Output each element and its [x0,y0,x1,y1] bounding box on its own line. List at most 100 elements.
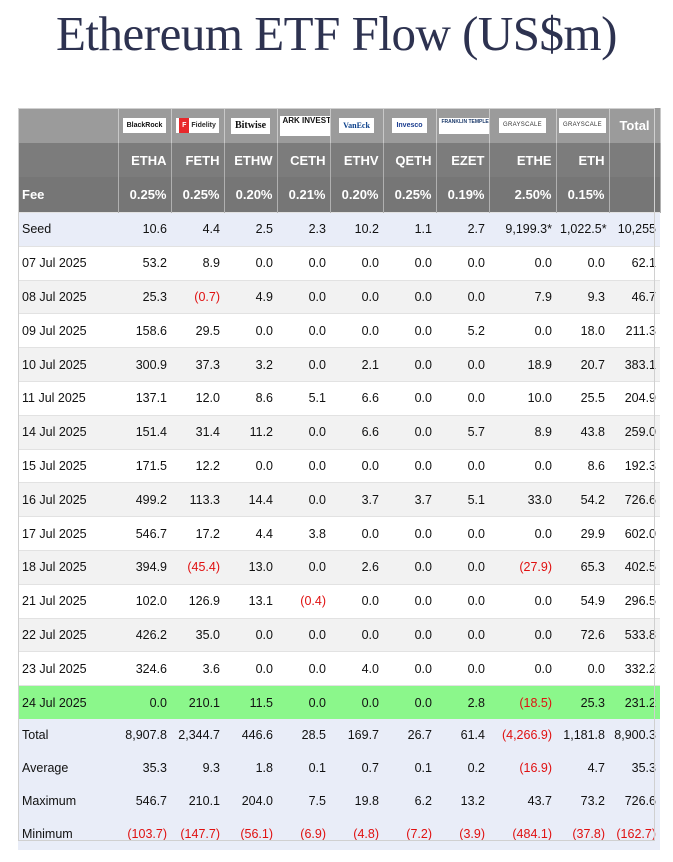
flow-cell-ethv: 3.7 [330,482,383,517]
flow-cell-ceth: 0.0 [277,617,330,652]
flow-cell-ceth: 0.0 [277,685,330,719]
flow-cell-ethv: 169.7 [330,718,383,752]
flow-cell-feth: (147.7) [171,817,224,851]
flow-cell-ethe: 0.0 [489,583,556,619]
flow-cell-ethw: 13.1 [224,583,277,619]
flow-cell-etha: 394.9 [118,549,171,585]
flow-cell-ethe: (18.5) [489,685,556,719]
ticker-row-label [18,143,119,177]
flow-cell-ceth: 0.0 [277,347,330,382]
flow-cell-ezet: 0.0 [436,549,489,585]
flow-cell-qeth: 0.0 [383,549,436,585]
flow-cell-ethw: 0.0 [224,448,277,483]
ticker-header-ethw: ETHW [224,143,278,177]
flow-cell-feth: 3.6 [171,651,224,686]
franklin-templeton-logo: FRANKLIN TEMPLETON [438,117,488,134]
flow-cell-ethe: 9,199.3* [489,212,556,247]
flow-cell-eth: 73.2 [556,784,609,818]
flow-cell-total: 332.2 [609,651,660,686]
flow-cell-feth: 8.9 [171,245,224,281]
flow-cell-eth: 43.8 [556,414,609,450]
flow-cell-ceth: 0.0 [277,651,330,686]
flow-cell-ethe: (484.1) [489,817,556,851]
row-label: 08 Jul 2025 [18,279,118,314]
flow-cell-ceth: 0.0 [277,482,330,517]
flow-cell-feth: 210.1 [171,784,224,818]
flow-cell-eth: 0.0 [556,651,609,686]
flow-cell-ethv: 2.1 [330,347,383,382]
flow-cell-total: 533.8 [609,617,660,652]
flow-cell-ethv: 4.0 [330,651,383,686]
flow-cell-ethe: 0.0 [489,617,556,652]
flow-cell-ethw: 13.0 [224,549,277,585]
flow-cell-etha: 35.3 [118,751,171,785]
flow-cell-total: 62.1 [609,245,660,281]
row-label: Average [18,751,118,785]
fee-ezet: 0.19% [436,177,490,213]
flow-cell-ethv: 0.0 [330,313,383,348]
flow-cell-feth: 126.9 [171,583,224,619]
table-row-maximum: Maximum 546.7 210.1 204.0 7.5 19.8 6.2 13.2 43.7… [18,784,660,818]
ticker-header-eth: ETH [556,143,610,177]
flow-cell-ethe: (16.9) [489,751,556,785]
fee-qeth: 0.25% [383,177,437,213]
flow-cell-qeth: 6.2 [383,784,436,818]
issuer-logo-row: BlackRock F Fidelity Bitwise ARK INVEST … [18,108,661,143]
row-label: 24 Jul 2025 [18,685,118,719]
flow-cell-feth: 210.1 [171,685,224,719]
row-label: 14 Jul 2025 [18,414,118,450]
flow-cell-total: 10,255 [609,212,660,247]
flow-cell-ezet: 5.7 [436,414,489,450]
flow-cell-qeth: 0.0 [383,245,436,281]
flow-cell-feth: 12.0 [171,380,224,416]
fee-eth: 0.15% [556,177,610,213]
flow-cell-eth: (37.8) [556,817,609,851]
flow-cell-feth: (45.4) [171,549,224,585]
row-label: Total [18,718,118,752]
flow-cell-ceth: (6.9) [277,817,330,851]
flow-cell-feth: 4.4 [171,212,224,247]
flow-cell-total: 726.6 [609,784,660,818]
fee-feth: 0.25% [171,177,225,213]
flow-cell-total: 8,900.3 [609,718,660,752]
flow-cell-ethw: 0.0 [224,617,277,652]
flow-cell-ethe: 0.0 [489,651,556,686]
flow-cell-ezet: 0.0 [436,347,489,382]
flow-cell-total: 383.1 [609,347,660,382]
flow-cell-ethv: 0.0 [330,583,383,619]
flow-cell-eth: 65.3 [556,549,609,585]
table-row-09-jul-2025: 09 Jul 2025 158.6 29.5 0.0 0.0 0.0 0.0 5.2 0.0 18… [18,313,660,348]
flow-cell-qeth: 3.7 [383,482,436,517]
flow-cell-ethw: 0.0 [224,245,277,281]
table-row-average: Average 35.3 9.3 1.8 0.1 0.7 0.1 0.2 (16.9) 4.7 35… [18,751,660,785]
ticker-header-ezet: EZET [436,143,490,177]
flow-cell-etha: 137.1 [118,380,171,416]
fee-row: Fee 0.25% 0.25% 0.20% 0.21% 0.20% 0.25% 0.19% 2… [18,177,661,213]
flow-cell-ceth: 5.1 [277,380,330,416]
flow-cell-eth: 25.3 [556,685,609,719]
flow-cell-ethe: 33.0 [489,482,556,517]
row-label: 07 Jul 2025 [18,245,118,281]
flow-cell-ethw: 0.0 [224,313,277,348]
flow-cell-ethe: 0.0 [489,245,556,281]
flow-table-body: Seed 10.6 4.4 2.5 2.3 10.2 1.1 2.7 9,199.3* 1,022… [18,212,660,851]
grayscale-logo-eth: GRAYSCALE [559,118,606,134]
row-label: Minimum [18,817,118,851]
row-label: 17 Jul 2025 [18,516,118,551]
flow-cell-ceth: (0.4) [277,583,330,619]
row-label: 23 Jul 2025 [18,651,118,686]
table-row-23-jul-2025: 23 Jul 2025 324.6 3.6 0.0 0.0 4.0 0.0 0.0 0.0 0.0… [18,651,660,686]
flow-cell-ceth: 7.5 [277,784,330,818]
flow-cell-eth: 1,022.5* [556,212,609,247]
flow-cell-feth: 31.4 [171,414,224,450]
flow-cell-ethv: 0.0 [330,245,383,281]
flow-cell-ceth: 0.0 [277,414,330,450]
flow-cell-feth: 37.3 [171,347,224,382]
flow-cell-eth: 8.6 [556,448,609,483]
row-label: 11 Jul 2025 [18,380,118,416]
table-row-15-jul-2025: 15 Jul 2025 171.5 12.2 0.0 0.0 0.0 0.0 0.0 0.0 8.… [18,448,660,483]
flow-cell-total: 259.0 [609,414,660,450]
flow-cell-ezet: 61.4 [436,718,489,752]
ticker-header-ethv: ETHV [330,143,384,177]
ticker-header-etha: ETHA [118,143,172,177]
